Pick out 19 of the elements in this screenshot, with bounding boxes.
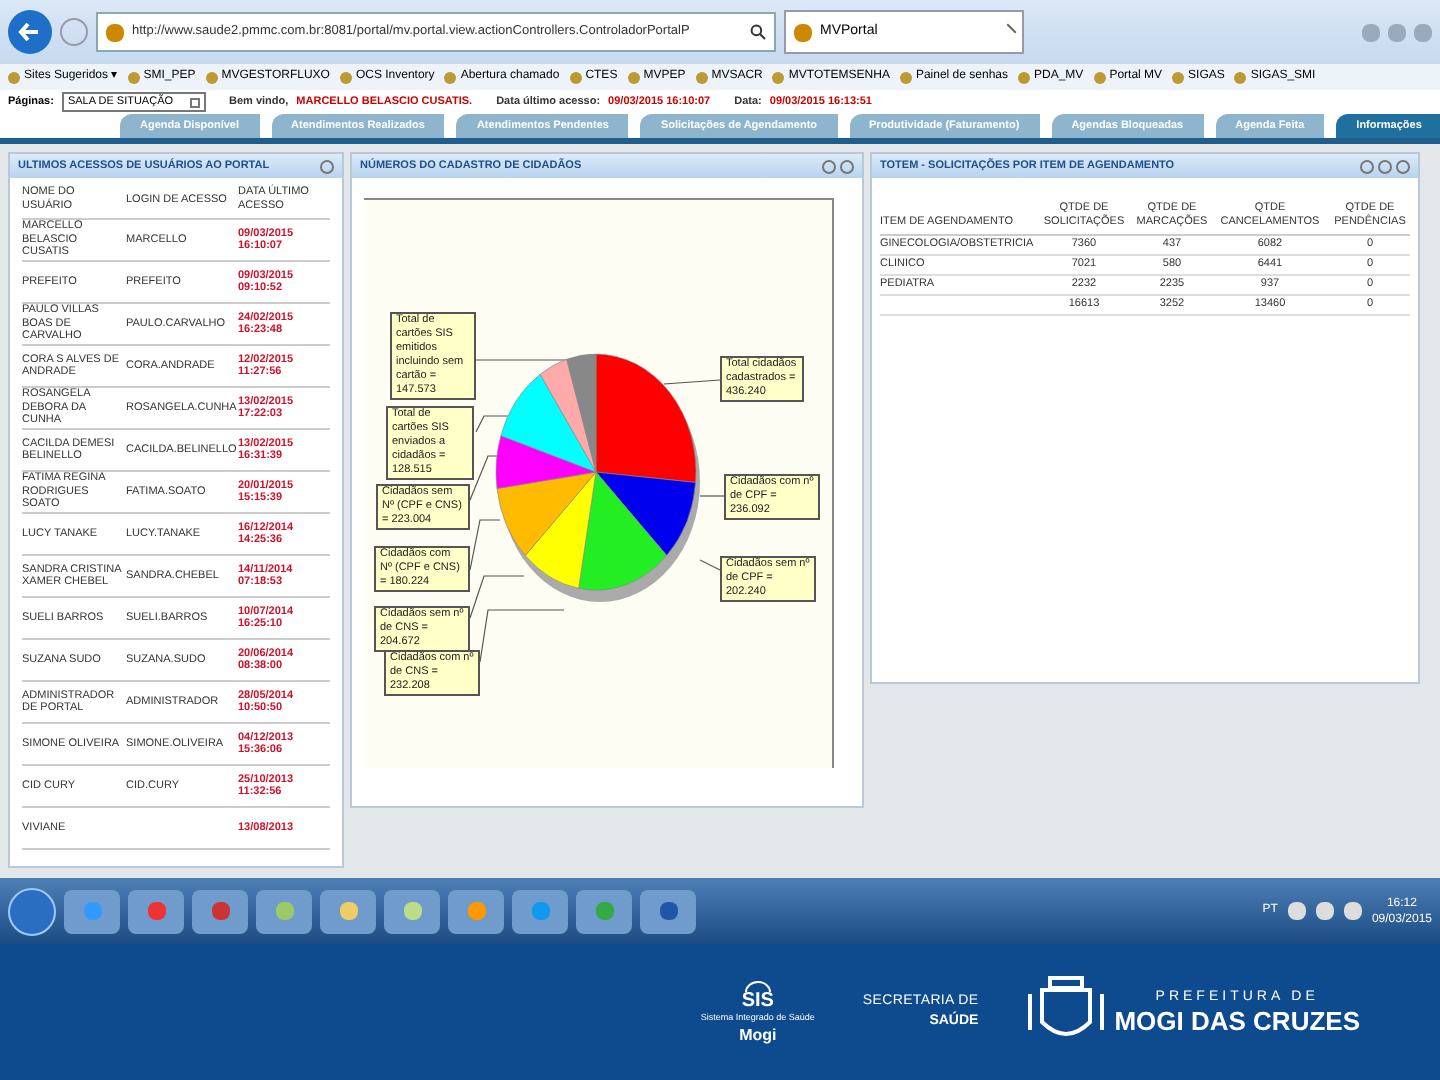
taskbar-app[interactable] xyxy=(512,889,568,933)
leader-line xyxy=(663,379,721,385)
leader-line xyxy=(699,495,725,497)
arc-icon xyxy=(743,980,772,993)
leader-line xyxy=(469,519,501,571)
taskbar-app[interactable] xyxy=(192,889,248,933)
taskbar-app[interactable] xyxy=(640,889,696,933)
search-icon[interactable] xyxy=(750,24,766,40)
taskbar-app[interactable] xyxy=(576,889,632,933)
start-button[interactable] xyxy=(8,887,56,935)
logo-text: Mogi xyxy=(739,1025,777,1044)
taskbar-app[interactable] xyxy=(448,889,504,933)
taskbar-app[interactable] xyxy=(384,889,440,933)
taskbar-app[interactable] xyxy=(256,889,312,933)
taskbar-app[interactable] xyxy=(320,889,376,933)
leader-line xyxy=(699,559,721,571)
logo-text: SIS xyxy=(741,992,774,1013)
logo-text: MOGI DAS CRUZES xyxy=(1114,1008,1360,1037)
taskbar-app[interactable] xyxy=(128,889,184,933)
